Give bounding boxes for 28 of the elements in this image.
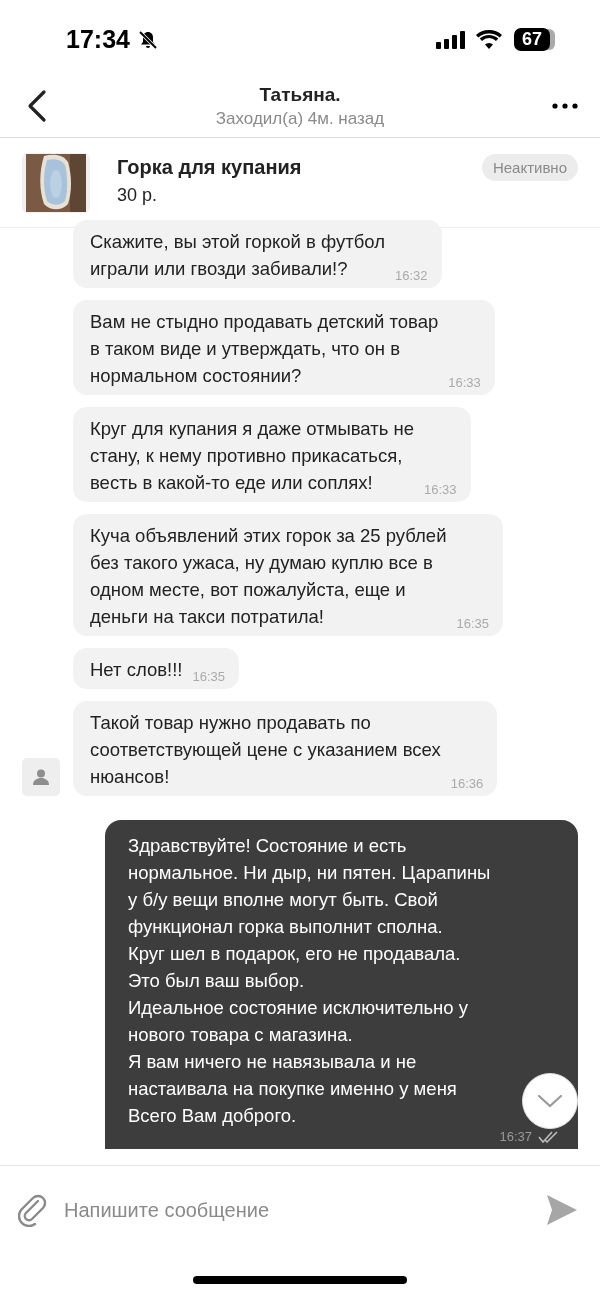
message-text: Такой товар нужно продавать по соответствующей цене с указанием всех нюансов! — [90, 711, 441, 789]
message-time: 16:33 — [448, 375, 481, 391]
message-time: 16:35 — [192, 669, 225, 685]
muted-bell-icon — [137, 29, 158, 50]
chevron-down-icon — [537, 1093, 563, 1109]
message-text: Куча объявлений этих горок за 25 рублей без такого ужаса, ну думаю куплю все в одном месте, вот пожалуйста, еще и деньги на такси потратила! — [90, 524, 447, 629]
status-time: 17:34 — [66, 25, 130, 54]
message-time: 16:35 — [456, 616, 490, 632]
contact-name: Татьяна. — [259, 83, 341, 106]
message-time: 16:37 — [499, 1129, 532, 1145]
message-text: Вам не стыдно продавать детский товар в таком виде и утверждать, что он в нормальном состоянии? — [90, 310, 439, 388]
message-input[interactable]: Напишите сообщение — [62, 1197, 532, 1223]
wifi-icon — [475, 30, 502, 49]
message-text: Скажите, вы этой горкой в футбол играли или гвозди забивали!? — [90, 230, 385, 281]
message-time: 16:36 — [450, 776, 484, 792]
message-text: Здравствуйте! Состояние и есть нормальное. Ни дыр, ни пятен. Царапины у б/у вещи вполне могут быть. Свой функционал горка выполнит сполна. Круг шел в подарок, его не продавала. Это был ваш выбор. Идеальное состояние исключительно у нового товара с магазина. Я вам ничего не навязывала и не настаивала на покупке именно у меня Всего Вам доброго. — [128, 834, 491, 1128]
more-icon[interactable] — [552, 103, 578, 109]
last-seen-text: Заходил(а) 4м. назад — [215, 108, 385, 129]
message-time: 16:33 — [424, 482, 457, 498]
listing-title[interactable]: Горка для купания — [117, 156, 482, 179]
message-time: 16:32 — [395, 268, 428, 284]
message-text: Круг для купания я даже отмывать не стану, к нему противно прикасаться, весть в какой-то еде или соплях! — [90, 417, 414, 495]
paperclip-icon[interactable] — [18, 1193, 48, 1227]
back-icon[interactable] — [26, 89, 48, 123]
listing-price: 30 р. — [117, 185, 159, 206]
signal-icon — [435, 30, 468, 49]
message-text: Нет слов!!! — [90, 658, 183, 682]
status-badge: Неактивно — [481, 154, 578, 181]
